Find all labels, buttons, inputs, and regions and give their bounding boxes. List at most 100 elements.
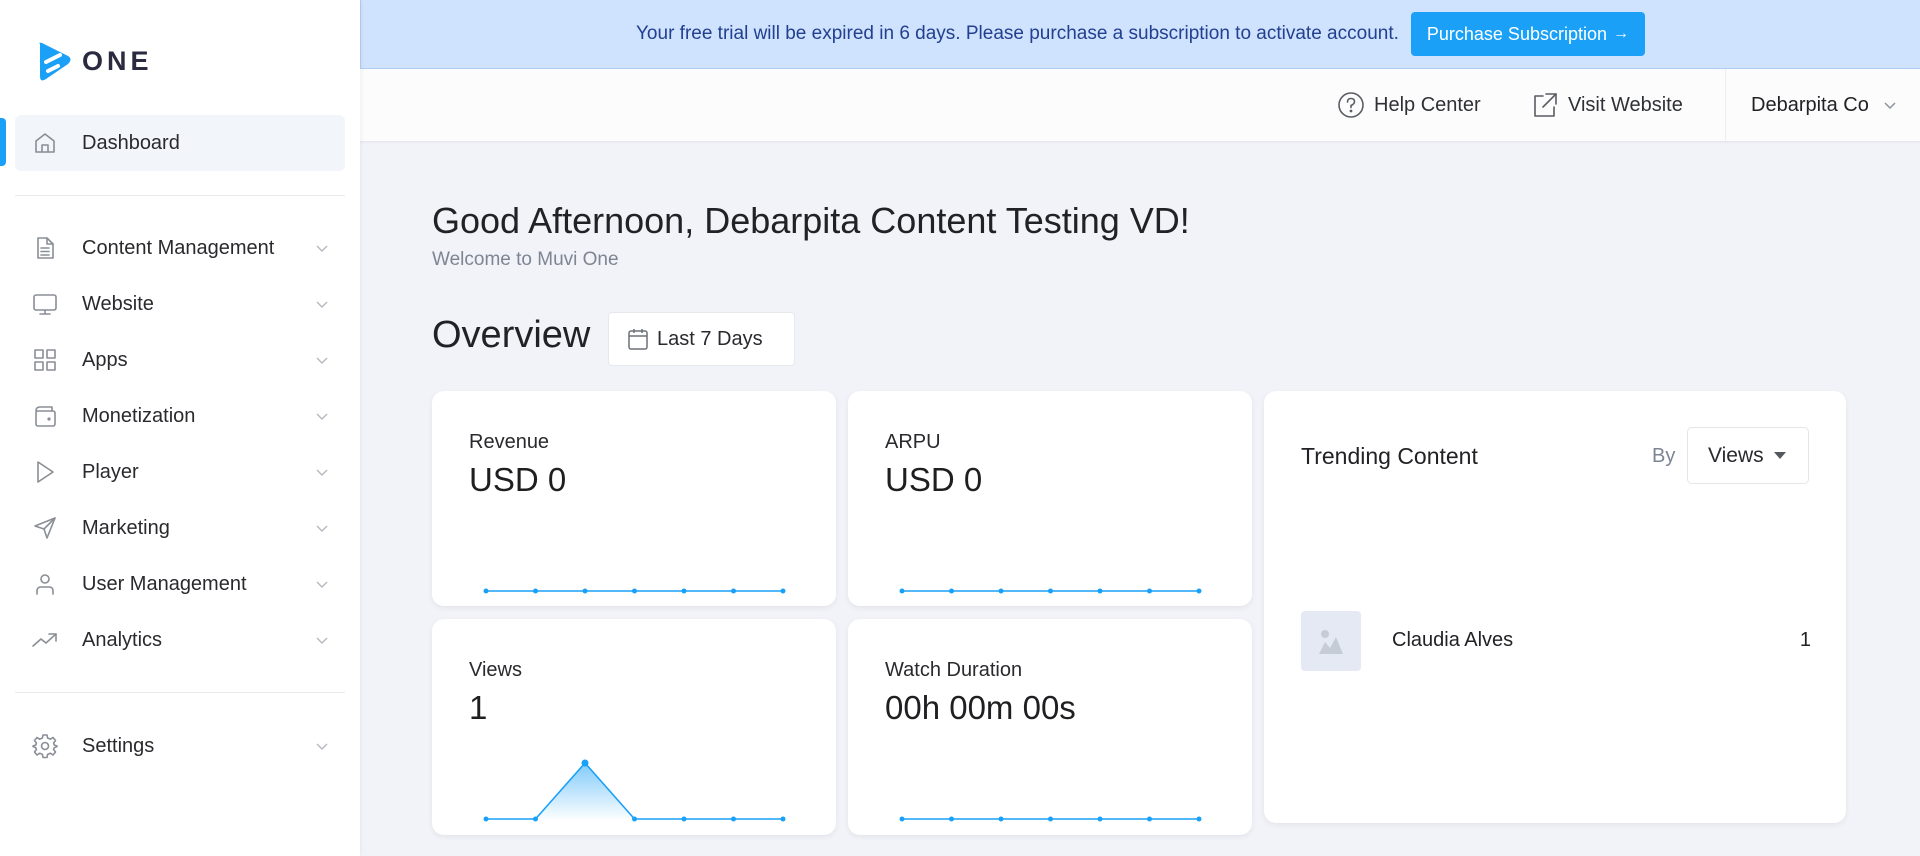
sparkline-point	[899, 588, 905, 594]
image-placeholder-icon	[1319, 630, 1343, 654]
revenue-card: Revenue USD 0	[432, 391, 836, 606]
sparkline-area	[486, 763, 783, 819]
thumbnail-placeholder	[1301, 611, 1361, 671]
arrow-right-icon: →	[1613, 25, 1629, 42]
card-label: Watch Duration	[885, 659, 1023, 681]
sidebar-divider	[15, 195, 345, 196]
sparkline-point	[899, 816, 905, 822]
welcome-subtitle: Welcome to Muvi One	[432, 249, 619, 270]
trending-content-card: Trending Content By Views Claudia Alves …	[1264, 391, 1846, 823]
sparkline-point	[533, 588, 538, 594]
help-center-label: Help Center	[1374, 93, 1481, 116]
sidebar-item-label: Apps	[82, 348, 128, 371]
sort-by-value: Views	[1708, 443, 1764, 467]
card-label: ARPU	[885, 431, 941, 453]
sparkline-point	[1097, 816, 1103, 822]
sparkline-point	[949, 816, 954, 822]
sparkline-point	[632, 588, 637, 594]
send-icon	[32, 515, 58, 541]
sidebar-item-marketing[interactable]: Marketing	[15, 500, 345, 556]
sparkline-point	[731, 588, 736, 594]
account-menu[interactable]: Debarpita Co	[1751, 69, 1897, 141]
sort-by-select[interactable]: Views	[1687, 427, 1809, 484]
trending-item-count: 1	[1799, 629, 1811, 651]
sidebar-item-monetization[interactable]: Monetization	[15, 388, 345, 444]
sidebar-item-website[interactable]: Website	[15, 276, 345, 332]
watch-duration-sparkline	[899, 816, 1202, 822]
sparkline-point	[1147, 816, 1152, 822]
help-circle-icon	[1338, 92, 1364, 118]
user-icon	[32, 571, 58, 597]
sparkline-point	[483, 588, 489, 594]
date-range-picker[interactable]: Last 7 Days	[608, 312, 795, 366]
grid-icon	[32, 347, 58, 373]
trial-banner: Your free trial will be expired in 6 day…	[360, 0, 1920, 69]
revenue-sparkline	[483, 588, 786, 594]
purchase-subscription-label: Purchase Subscription	[1426, 23, 1607, 44]
sparkline-point	[581, 759, 589, 767]
trending-title: Trending Content	[1301, 443, 1478, 469]
sparkline-point	[483, 816, 489, 822]
chevron-down-icon	[1884, 102, 1896, 110]
gear-icon	[32, 733, 58, 759]
sparkline-point	[731, 816, 736, 822]
chevron-down-icon	[315, 465, 329, 479]
sparkline-point	[1048, 816, 1053, 822]
logo-text: ONE	[82, 45, 153, 76]
sidebar-item-dashboard[interactable]: Dashboard	[15, 115, 345, 171]
chevron-down-icon	[315, 409, 329, 423]
card-label: Views	[469, 659, 522, 681]
trial-message: Your free trial will be expired in 6 day…	[636, 23, 1399, 44]
chevron-down-icon	[315, 353, 329, 367]
greeting-heading: Good Afternoon, Debarpita Content Testin…	[432, 200, 1190, 241]
sidebar-item-player[interactable]: Player	[15, 444, 345, 500]
sidebar-item-apps[interactable]: Apps	[15, 332, 345, 388]
card-value: USD 0	[885, 461, 983, 498]
sidebar-item-settings[interactable]: Settings	[15, 718, 345, 774]
sparkline-point	[780, 816, 786, 822]
logo-mark-icon	[39, 42, 71, 81]
purchase-subscription-button[interactable]: Purchase Subscription →	[1410, 12, 1645, 56]
chevron-down-icon	[315, 521, 329, 535]
card-value: 00h 00m 00s	[885, 689, 1076, 726]
sidebar-item-content-management[interactable]: Content Management	[15, 220, 345, 276]
wallet-icon	[32, 403, 58, 429]
visit-website-link[interactable]: Visit Website	[1531, 69, 1683, 141]
sparkline-point	[1048, 588, 1053, 594]
logo[interactable]: ONE	[36, 40, 153, 82]
chevron-down-icon	[315, 297, 329, 311]
sidebar-item-label: Dashboard	[82, 131, 180, 154]
chevron-down-icon	[315, 241, 329, 255]
sparkline-point	[681, 588, 687, 594]
overview-heading: Overview	[432, 314, 591, 356]
sparkline-point	[632, 816, 637, 822]
top-bar: Help Center Visit Website Debarpita Co	[360, 69, 1920, 141]
list-item[interactable]: Claudia Alves 1	[1301, 611, 1811, 671]
sparkline-point	[998, 588, 1004, 594]
monitor-icon	[32, 291, 58, 317]
sidebar-item-label: Analytics	[82, 628, 163, 651]
account-name: Debarpita Co	[1751, 93, 1869, 116]
sparkline-point	[582, 588, 588, 594]
sidebar-item-label: Content Management	[82, 236, 275, 259]
arpu-sparkline	[899, 588, 1202, 594]
sidebar-item-label: Monetization	[82, 404, 196, 427]
sidebar-item-analytics[interactable]: Analytics	[15, 612, 345, 668]
sidebar: ONE Dashboard Content Management Website…	[0, 0, 360, 856]
calendar-icon	[628, 329, 648, 350]
card-label: Revenue	[469, 431, 550, 453]
sparkline-point	[949, 588, 954, 594]
sparkline-point	[1196, 816, 1202, 822]
sparkline-point	[998, 816, 1004, 822]
active-indicator	[0, 118, 6, 166]
help-center-link[interactable]: Help Center	[1337, 69, 1481, 141]
visit-website-label: Visit Website	[1568, 93, 1683, 116]
sparkline-point	[1097, 588, 1103, 594]
card-value: 1	[469, 689, 488, 726]
sparkline-point	[1147, 588, 1152, 594]
sparkline-point	[681, 816, 687, 822]
date-range-label: Last 7 Days	[657, 327, 763, 350]
sidebar-item-user-management[interactable]: User Management	[15, 556, 345, 612]
sparkline-point	[780, 588, 786, 594]
trending-item-name: Claudia Alves	[1392, 629, 1514, 651]
